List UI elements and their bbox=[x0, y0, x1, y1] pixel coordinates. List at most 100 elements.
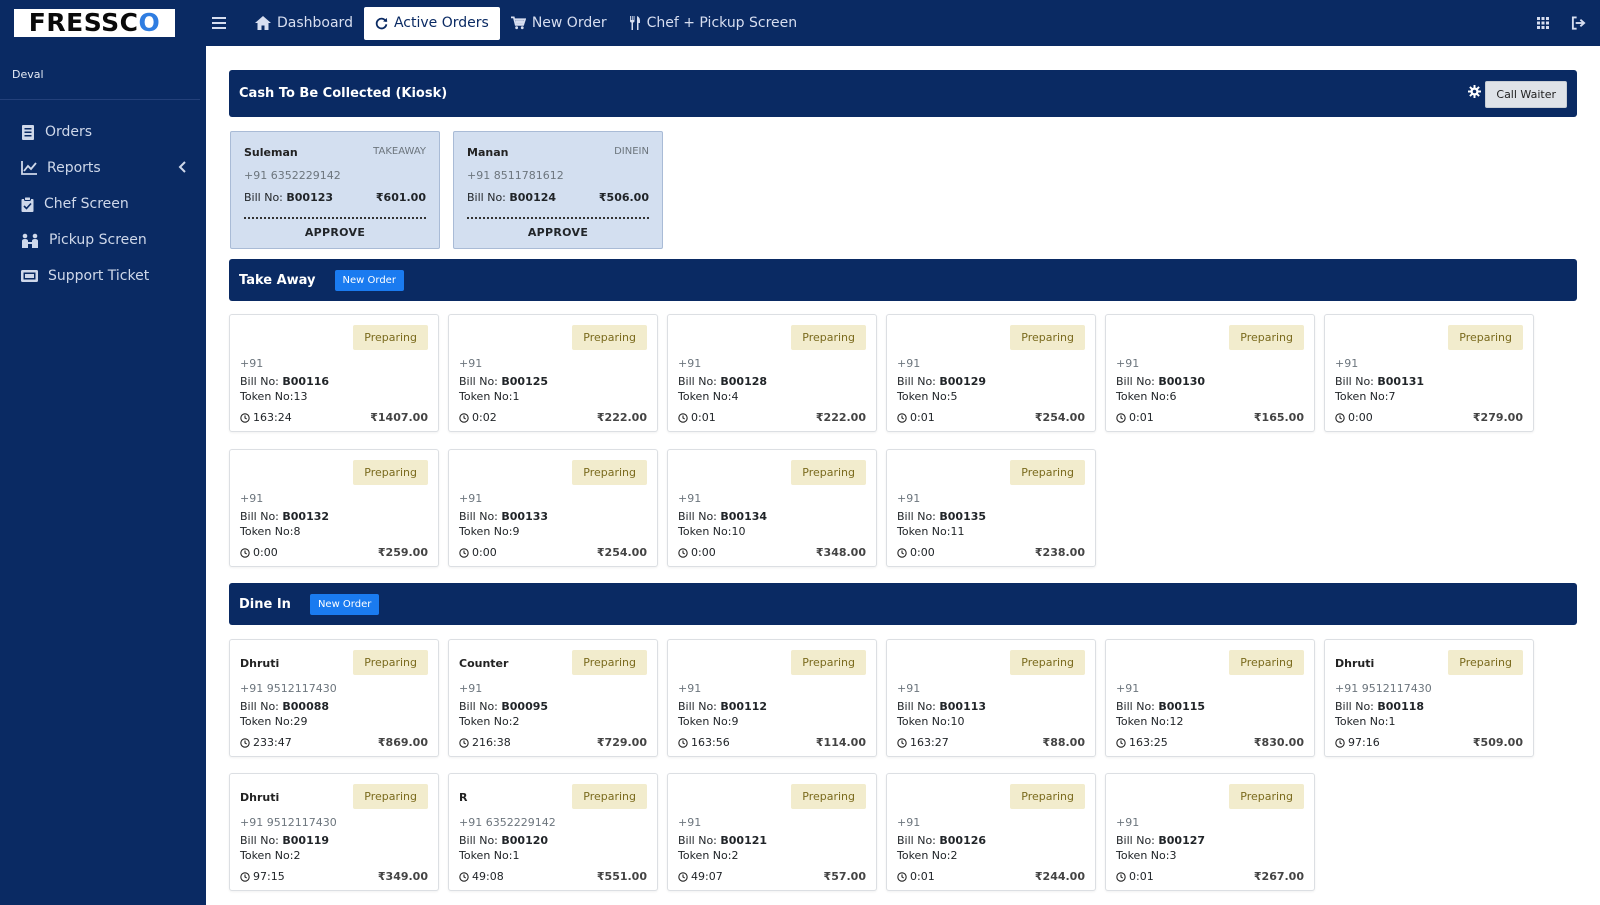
order-card[interactable]: Preparing +91 Bill No: B00126 Token No:2 0:0… bbox=[886, 773, 1096, 891]
nav-dashboard[interactable]: Dashboard bbox=[244, 7, 364, 40]
logout-icon[interactable] bbox=[1571, 16, 1586, 30]
order-timer: 163:24 bbox=[240, 411, 292, 424]
clock-icon bbox=[678, 871, 688, 882]
gear-icon[interactable] bbox=[1468, 85, 1481, 98]
order-card[interactable]: Preparing +91 Bill No: B00134 Token No:10 0:… bbox=[667, 449, 877, 567]
grid-apps-icon[interactable] bbox=[1537, 17, 1549, 29]
nav-active-orders[interactable]: Active Orders bbox=[363, 6, 500, 40]
order-card[interactable]: Preparing +91 Bill No: B00131 Token No:7 0:0… bbox=[1324, 314, 1534, 432]
order-timer: 0:00 bbox=[678, 546, 716, 559]
order-phone: +91 bbox=[678, 357, 702, 370]
logo[interactable]: FRESSC O bbox=[14, 9, 175, 37]
order-card[interactable]: Preparing +91 Bill No: B00112 Token No:9 163… bbox=[667, 639, 877, 757]
hamburger-menu-icon[interactable] bbox=[204, 17, 234, 29]
order-card[interactable]: Preparing +91 Bill No: B00129 Token No:5 0:0… bbox=[886, 314, 1096, 432]
order-bill: Bill No: B00118 bbox=[1335, 700, 1425, 713]
order-card[interactable]: Preparing +91 Bill No: B00132 Token No:8 0:0… bbox=[229, 449, 439, 567]
order-amount: ₹551.00 bbox=[596, 870, 647, 883]
sidebar-item-support-ticket[interactable]: Support Ticket bbox=[0, 258, 206, 294]
nav-chef-pickup[interactable]: Chef + Pickup Screen bbox=[618, 7, 809, 40]
order-token: Token No:2 bbox=[459, 715, 520, 728]
status-badge: Preparing bbox=[791, 460, 866, 485]
status-badge: Preparing bbox=[353, 325, 428, 350]
kiosk-divider bbox=[467, 217, 649, 219]
order-amount: ₹349.00 bbox=[377, 870, 428, 883]
order-card[interactable]: Counter Preparing +91 Bill No: B00095 Token … bbox=[448, 639, 658, 757]
order-card[interactable]: Dhruti Preparing +91 9512117430 Bill No: B0… bbox=[229, 773, 439, 891]
order-card[interactable]: Preparing +91 Bill No: B00133 Token No:9 0:0… bbox=[448, 449, 658, 567]
order-timer: 0:00 bbox=[240, 546, 278, 559]
order-timer: 0:00 bbox=[897, 546, 935, 559]
top-right-actions bbox=[1537, 0, 1600, 46]
refresh-icon bbox=[375, 17, 388, 29]
approve-button[interactable]: APPROVE bbox=[244, 226, 426, 239]
kiosk-card: Suleman TAKEAWAY +91 6352229142 Bill No: … bbox=[230, 131, 440, 249]
sidebar-item-reports[interactable]: Reports bbox=[0, 150, 206, 186]
order-bill: Bill No: B00133 bbox=[459, 510, 549, 523]
status-badge: Preparing bbox=[353, 650, 428, 675]
order-timer: 0:01 bbox=[1116, 870, 1154, 883]
clock-icon bbox=[1116, 871, 1126, 882]
order-bill: Bill No: B00112 bbox=[678, 700, 768, 713]
order-timer: 163:25 bbox=[1116, 736, 1168, 749]
takeaway-new-order-button[interactable]: New Order bbox=[334, 269, 404, 291]
order-card[interactable]: Preparing +91 Bill No: B00127 Token No:3 0:0… bbox=[1105, 773, 1315, 891]
order-phone: +91 bbox=[459, 357, 483, 370]
status-badge: Preparing bbox=[1010, 784, 1085, 809]
order-phone: +91 bbox=[897, 816, 921, 829]
sidebar-item-orders[interactable]: Orders bbox=[0, 114, 206, 150]
status-badge: Preparing bbox=[1229, 650, 1304, 675]
status-badge: Preparing bbox=[791, 325, 866, 350]
order-card[interactable]: R Preparing +91 6352229142 Bill No: B00120 T… bbox=[448, 773, 658, 891]
order-timer: 0:01 bbox=[897, 870, 935, 883]
order-token: Token No:13 bbox=[240, 390, 308, 403]
chevron-left-icon[interactable] bbox=[178, 161, 186, 173]
order-amount: ₹88.00 bbox=[1042, 736, 1085, 749]
order-customer-name: Dhruti bbox=[240, 657, 280, 670]
call-waiter-button[interactable]: Call Waiter bbox=[1485, 81, 1567, 108]
sidebar-item-pickup-screen[interactable]: Pickup Screen bbox=[0, 222, 206, 258]
order-token: Token No:2 bbox=[897, 849, 958, 862]
sidebar: Deval Orders Reports Chef Screen Pickup … bbox=[0, 46, 206, 905]
order-amount: ₹114.00 bbox=[815, 736, 866, 749]
takeaway-section-title: Take Away bbox=[239, 272, 316, 288]
order-token: Token No:29 bbox=[240, 715, 308, 728]
order-card[interactable]: Dhruti Preparing +91 9512117430 Bill No: B0… bbox=[229, 639, 439, 757]
order-card[interactable]: Preparing +91 Bill No: B00135 Token No:11 0:… bbox=[886, 449, 1096, 567]
order-bill: Bill No: B00119 bbox=[240, 834, 330, 847]
order-bill: Bill No: B00115 bbox=[1116, 700, 1206, 713]
sidebar-menu: Orders Reports Chef Screen Pickup Screen… bbox=[0, 100, 206, 294]
clock-icon bbox=[459, 412, 469, 423]
order-timer: 0:00 bbox=[1335, 411, 1373, 424]
order-card[interactable]: Preparing +91 Bill No: B00128 Token No:4 0:0… bbox=[667, 314, 877, 432]
utensils-icon bbox=[629, 16, 640, 30]
order-token: Token No:9 bbox=[459, 525, 520, 538]
nav-new-order[interactable]: New Order bbox=[500, 7, 618, 40]
clock-icon bbox=[897, 547, 907, 558]
order-card[interactable]: Preparing +91 Bill No: B00113 Token No:10 16… bbox=[886, 639, 1096, 757]
order-amount: ₹165.00 bbox=[1253, 411, 1304, 424]
order-card[interactable]: Preparing +91 Bill No: B00130 Token No:6 0:0… bbox=[1105, 314, 1315, 432]
order-timer: 216:38 bbox=[459, 736, 511, 749]
status-badge: Preparing bbox=[353, 460, 428, 485]
clock-icon bbox=[240, 412, 250, 423]
order-amount: ₹259.00 bbox=[377, 546, 428, 559]
order-phone: +91 bbox=[1116, 357, 1140, 370]
order-card[interactable]: Preparing +91 Bill No: B00121 Token No:2 49:… bbox=[667, 773, 877, 891]
status-badge: Preparing bbox=[1448, 650, 1523, 675]
order-card[interactable]: Preparing +91 Bill No: B00115 Token No:12 16… bbox=[1105, 639, 1315, 757]
order-card[interactable]: Preparing +91 Bill No: B00125 Token No:1 0:0… bbox=[448, 314, 658, 432]
order-card[interactable]: Preparing +91 Bill No: B00116 Token No:13 16… bbox=[229, 314, 439, 432]
clock-icon bbox=[897, 412, 907, 423]
order-token: Token No:2 bbox=[240, 849, 301, 862]
order-card[interactable]: Dhruti Preparing +91 9512117430 Bill No: B0… bbox=[1324, 639, 1534, 757]
dinein-new-order-button[interactable]: New Order bbox=[309, 593, 380, 615]
approve-button[interactable]: APPROVE bbox=[467, 226, 649, 239]
kiosk-divider bbox=[244, 217, 426, 219]
order-amount: ₹830.00 bbox=[1253, 736, 1304, 749]
order-amount: ₹509.00 bbox=[1472, 736, 1523, 749]
order-token: Token No:12 bbox=[1116, 715, 1184, 728]
sidebar-item-chef-screen[interactable]: Chef Screen bbox=[0, 186, 206, 222]
status-badge: Preparing bbox=[353, 784, 428, 809]
order-amount: ₹279.00 bbox=[1472, 411, 1523, 424]
